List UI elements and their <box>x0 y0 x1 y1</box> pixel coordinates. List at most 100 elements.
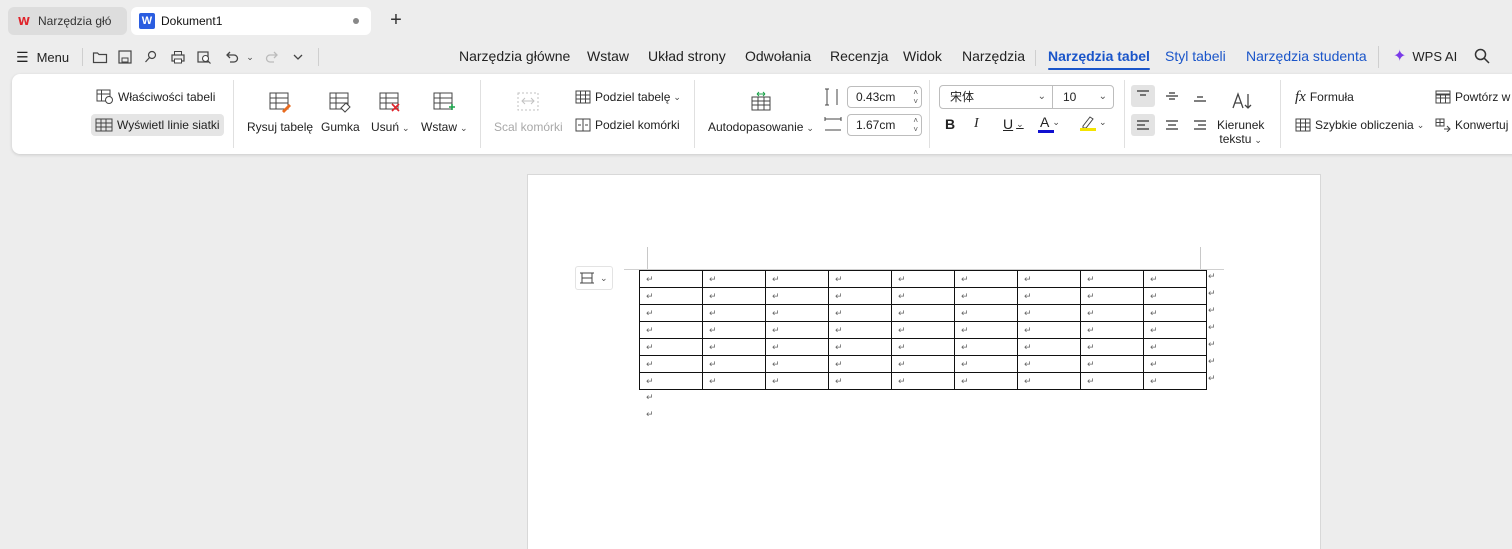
menu-button[interactable]: ☰ Menu <box>16 47 69 67</box>
table-cell[interactable]: ↵ <box>828 304 892 322</box>
table-cell[interactable]: ↵ <box>828 338 892 356</box>
wps-ai-button[interactable]: ✦ WPS AI <box>1393 46 1457 66</box>
tab-student-tools[interactable]: Narzędzia studenta <box>1246 48 1367 64</box>
table-cell[interactable]: ↵ <box>1017 304 1081 322</box>
table-cell[interactable]: ↵ <box>765 372 829 390</box>
table-cell[interactable]: ↵ <box>1143 338 1207 356</box>
print-icon[interactable] <box>168 47 188 67</box>
table-cell[interactable]: ↵ <box>891 304 955 322</box>
table-cell[interactable]: ↵ <box>765 355 829 373</box>
table-cell[interactable]: ↵ <box>954 338 1018 356</box>
tab-home[interactable]: W Narzędzia głó <box>8 7 127 35</box>
customize-chevron-icon[interactable] <box>288 47 308 67</box>
table-cell[interactable]: ↵ <box>702 304 766 322</box>
table-cell[interactable]: ↵ <box>1143 287 1207 305</box>
table-cell[interactable]: ↵ <box>639 338 703 356</box>
italic-button[interactable]: I <box>974 116 979 132</box>
tab-page-layout[interactable]: Układ strony <box>648 48 726 64</box>
formula-button[interactable]: fx Formuła <box>1295 88 1354 106</box>
search-icon[interactable] <box>1473 47 1491 65</box>
table-cell[interactable]: ↵ <box>639 355 703 373</box>
table-cell[interactable]: ↵ <box>828 372 892 390</box>
table-cell[interactable]: ↵ <box>954 287 1018 305</box>
table-cell[interactable]: ↵ <box>1143 321 1207 339</box>
open-folder-icon[interactable] <box>90 47 110 67</box>
table-cell[interactable]: ↵ <box>765 338 829 356</box>
tab-document[interactable]: W Dokument1 <box>131 7 371 35</box>
tab-insert[interactable]: Wstaw <box>587 48 629 64</box>
table-cell[interactable]: ↵ <box>1017 287 1081 305</box>
table-cell[interactable]: ↵ <box>1017 321 1081 339</box>
table-move-handle[interactable]: ⌄ <box>575 266 613 290</box>
table-cell[interactable]: ↵ <box>1080 270 1144 288</box>
table-cell[interactable]: ↵ <box>891 270 955 288</box>
bold-button[interactable]: B <box>945 116 955 132</box>
align-bottom-button[interactable] <box>1188 85 1212 107</box>
table-cell[interactable]: ↵ <box>1143 304 1207 322</box>
draw-table-button[interactable]: Rysuj tabelę <box>247 90 313 134</box>
table-cell[interactable]: ↵ <box>891 338 955 356</box>
table-cell[interactable]: ↵ <box>639 270 703 288</box>
document-table[interactable]: ↵ ↵ ↵ ↵ ↵ ↵ ↵ ↵ ↵ ↵ ↵ ↵ ↵ ↵ ↵ ↵ ↵ ↵ ↵ ↵ ↵ ↵ ↵ ↵ ↵ ↵ ↵ ↵ ↵ ↵ ↵ ↵ ↵ ↵ ↵ ↵ ↵ ↵ ↵ ↵… <box>639 270 1207 390</box>
table-cell[interactable]: ↵ <box>828 270 892 288</box>
table-cell[interactable]: ↵ <box>702 321 766 339</box>
tab-table-tools[interactable]: Narzędzia tabel <box>1048 48 1150 70</box>
text-direction-button[interactable]: Kierunek tekstu ⌄ <box>1217 90 1264 147</box>
tab-home-ribbon[interactable]: Narzędzia główne <box>459 48 570 64</box>
save-icon[interactable] <box>115 47 135 67</box>
align-middle-button[interactable] <box>1160 85 1184 107</box>
delete-button[interactable]: Usuń ⌄ <box>371 90 410 134</box>
table-cell[interactable]: ↵ <box>1080 338 1144 356</box>
table-cell[interactable]: ↵ <box>828 287 892 305</box>
unsaved-dot-icon[interactable] <box>353 18 359 24</box>
table-cell[interactable]: ↵ <box>891 372 955 390</box>
tab-view[interactable]: Widok <box>903 48 942 64</box>
table-cell[interactable]: ↵ <box>639 372 703 390</box>
table-cell[interactable]: ↵ <box>765 304 829 322</box>
table-cell[interactable]: ↵ <box>1143 372 1207 390</box>
font-name-select[interactable]: 宋体 ⌄ <box>939 85 1053 109</box>
table-cell[interactable]: ↵ <box>1080 287 1144 305</box>
spinner-arrows-icon[interactable]: ˄ ˅ <box>913 88 918 106</box>
redo-icon[interactable] <box>262 47 282 67</box>
align-left-button[interactable] <box>1131 114 1155 136</box>
new-tab-plus-icon[interactable]: + <box>386 9 406 33</box>
table-cell[interactable]: ↵ <box>954 355 1018 373</box>
table-cell[interactable]: ↵ <box>765 287 829 305</box>
table-cell[interactable]: ↵ <box>639 287 703 305</box>
table-cell[interactable]: ↵ <box>702 355 766 373</box>
table-cell[interactable]: ↵ <box>765 270 829 288</box>
spinner-arrows-icon[interactable]: ˄ ˅ <box>913 116 918 134</box>
tab-review[interactable]: Recenzja <box>830 48 888 64</box>
table-cell[interactable]: ↵ <box>954 304 1018 322</box>
table-cell[interactable]: ↵ <box>702 338 766 356</box>
table-cell[interactable]: ↵ <box>702 287 766 305</box>
merge-cells-button[interactable]: Scal komórki <box>494 90 563 134</box>
quick-calc-button[interactable]: Szybkie obliczenia ⌄ <box>1295 116 1424 134</box>
autofit-button[interactable]: Autodopasowanie ⌄ <box>708 90 814 134</box>
split-table-button[interactable]: Podziel tabelę ⌄ <box>575 88 681 106</box>
tab-table-style[interactable]: Styl tabeli <box>1165 48 1226 64</box>
table-cell[interactable]: ↵ <box>639 321 703 339</box>
show-gridlines-button[interactable]: Wyświetl linie siatki <box>91 114 224 136</box>
table-cell[interactable]: ↵ <box>1080 321 1144 339</box>
tab-references[interactable]: Odwołania <box>745 48 811 64</box>
table-cell[interactable]: ↵ <box>1143 270 1207 288</box>
print-preview-icon[interactable] <box>194 47 214 67</box>
table-cell[interactable]: ↵ <box>1017 270 1081 288</box>
repeat-header-button[interactable]: Powtórz w <box>1435 88 1510 106</box>
tab-tools[interactable]: Narzędzia <box>962 48 1025 64</box>
table-cell[interactable]: ↵ <box>891 321 955 339</box>
table-cell[interactable]: ↵ <box>765 321 829 339</box>
row-height-input[interactable]: 0.43cm ˄ ˅ <box>847 86 922 108</box>
table-cell[interactable]: ↵ <box>954 270 1018 288</box>
table-cell[interactable]: ↵ <box>1080 304 1144 322</box>
table-cell[interactable]: ↵ <box>1080 355 1144 373</box>
highlight-button[interactable]: ⌄ <box>1080 114 1107 131</box>
font-color-button[interactable]: A ⌄ <box>1038 114 1060 133</box>
table-cell[interactable]: ↵ <box>828 321 892 339</box>
table-cell[interactable]: ↵ <box>828 355 892 373</box>
table-cell[interactable]: ↵ <box>702 270 766 288</box>
format-painter-icon[interactable] <box>141 47 161 67</box>
table-cell[interactable]: ↵ <box>891 355 955 373</box>
